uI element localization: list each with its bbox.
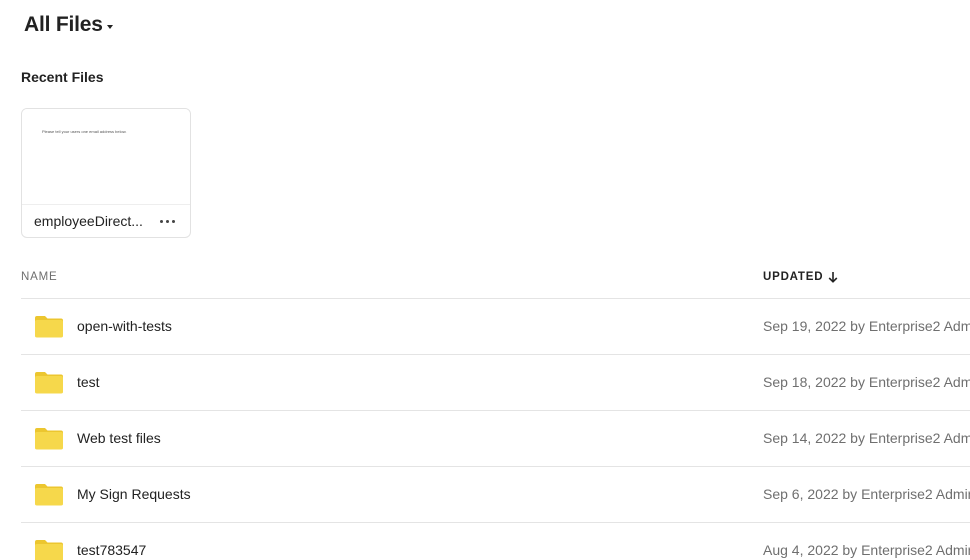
folder-icon [35, 372, 63, 394]
table-row[interactable]: Web test files Sep 14, 2022 by Enterprise… [21, 411, 970, 467]
arrow-down-icon [828, 272, 838, 283]
recent-files-heading: Recent Files [21, 69, 104, 85]
folder-icon [35, 484, 63, 506]
column-header-name[interactable]: NAME [21, 271, 57, 283]
column-header-updated[interactable]: UPDATED [763, 271, 838, 283]
folder-name[interactable]: Web test files [77, 430, 161, 446]
updated-info: Sep 18, 2022 by Enterprise2 Admin [763, 374, 970, 390]
recent-file-card[interactable]: Please tell your users one email address… [21, 108, 191, 238]
all-files-page: All Files Recent Files Please tell your … [0, 0, 970, 560]
recent-file-name[interactable]: employeeDirect... [34, 213, 150, 229]
folder-icon [35, 540, 63, 560]
folder-name[interactable]: open-with-tests [77, 318, 172, 334]
folder-icon [35, 428, 63, 450]
file-thumbnail: Please tell your users one email address… [22, 109, 190, 205]
recent-file-footer: employeeDirect... [22, 205, 190, 237]
table-row[interactable]: test783547 Aug 4, 2022 by Enterprise2 Adm… [21, 523, 970, 560]
more-options-icon[interactable] [158, 211, 177, 231]
column-header-updated-label: UPDATED [763, 271, 824, 283]
table-row[interactable]: open-with-tests Sep 19, 2022 by Enterpris… [21, 299, 970, 355]
file-list: open-with-tests Sep 19, 2022 by Enterpris… [21, 299, 970, 560]
all-files-dropdown[interactable]: All Files [24, 13, 113, 37]
file-list-header: NAME UPDATED [21, 262, 970, 299]
folder-name[interactable]: test [77, 374, 100, 390]
table-row[interactable]: My Sign Requests Sep 6, 2022 by Enterpris… [21, 467, 970, 523]
thumbnail-text: Please tell your users one email address… [42, 129, 127, 134]
folder-icon [35, 316, 63, 338]
page-title: All Files [24, 13, 103, 36]
updated-info: Sep 14, 2022 by Enterprise2 Admin [763, 430, 970, 446]
updated-info: Sep 19, 2022 by Enterprise2 Admin [763, 318, 970, 334]
updated-info: Aug 4, 2022 by Enterprise2 Admin [763, 542, 970, 558]
updated-info: Sep 6, 2022 by Enterprise2 Admin [763, 486, 970, 502]
folder-name[interactable]: My Sign Requests [77, 486, 191, 502]
folder-name[interactable]: test783547 [77, 542, 146, 558]
table-row[interactable]: test Sep 18, 2022 by Enterprise2 Admin [21, 355, 970, 411]
caret-down-icon [106, 25, 113, 29]
